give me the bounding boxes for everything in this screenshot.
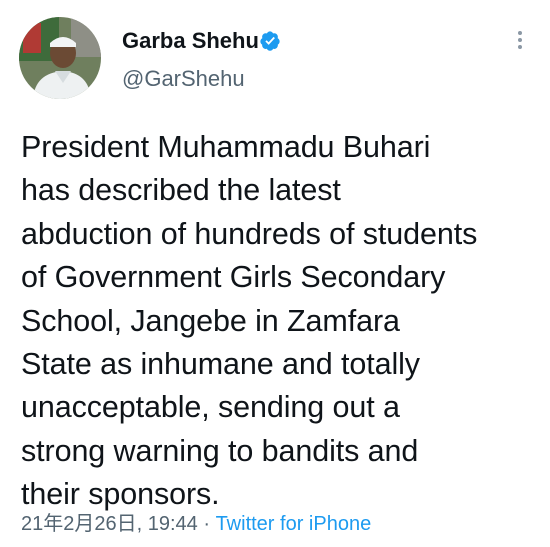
meta-separator: · — [197, 513, 216, 535]
tweet-text-line: unacceptable, sending out a — [21, 390, 400, 425]
avatar[interactable] — [19, 17, 101, 99]
tweet-text-line: State as inhumane and totally — [21, 347, 420, 382]
tweet-text: President Muhammadu Buhari has described… — [21, 126, 546, 517]
tweet-text-line: their sponsors. — [21, 477, 220, 512]
tweet-text-line: has described the latest — [21, 173, 341, 208]
tweet-source-link[interactable]: Twitter for iPhone — [216, 513, 372, 535]
user-handle[interactable]: @GarShehu — [122, 66, 245, 92]
more-vertical-icon[interactable] — [510, 28, 530, 58]
tweet-timestamp[interactable]: 21年2月26日, 19:44 — [21, 513, 198, 535]
avatar-image — [19, 17, 101, 99]
tweet-text-line: School, Jangebe in Zamfara — [21, 303, 400, 338]
tweet-text-line: strong warning to bandits and — [21, 433, 419, 468]
tweet-text-line: of Government Girls Secondary — [21, 260, 446, 295]
tweet-text-line: abduction of hundreds of students — [21, 216, 478, 251]
tweet-text-line: President Muhammadu Buhari — [21, 130, 431, 164]
display-name[interactable]: Garba Shehu — [122, 28, 259, 54]
tweet-card: Garba Shehu @GarShehu President Muhammad… — [0, 0, 550, 547]
tweet-meta: 21年2月26日, 19:44 · Twitter for iPhone — [21, 512, 371, 536]
verified-badge-icon — [260, 31, 280, 51]
